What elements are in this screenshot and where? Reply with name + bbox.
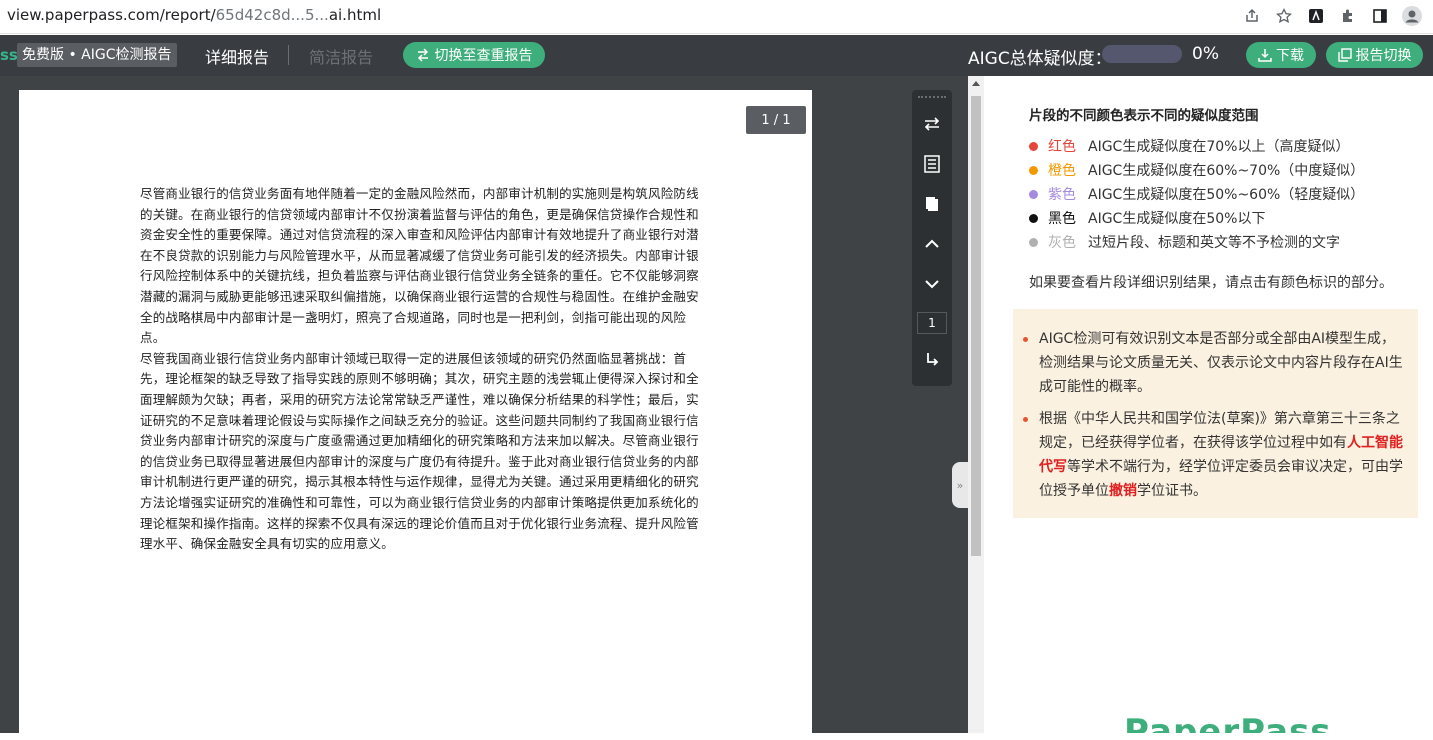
legend-description: 过短片段、标题和英文等不予检测的文字: [1088, 235, 1340, 251]
legend-color-name: 红色: [1048, 139, 1076, 155]
legend-description: AIGC生成疑似度在70%以上（高度疑似）: [1088, 139, 1350, 155]
report-switch-button[interactable]: 报告切换: [1326, 42, 1423, 68]
gray-dot-icon: [1029, 237, 1038, 247]
sidebar-panel-icon[interactable]: [1369, 5, 1391, 27]
black-dot-icon: [1029, 213, 1038, 223]
brand-logo: ss: [0, 46, 18, 64]
aigc-similarity-label: AIGC总体疑似度：: [968, 49, 1112, 69]
notice-text: 学位证书。: [1137, 483, 1207, 499]
report-switch-button-label: 报告切换: [1355, 48, 1412, 64]
paperpass-logo: PaperPass: [1124, 712, 1332, 733]
legend-description: AIGC生成疑似度在50%以下: [1088, 211, 1266, 227]
scroll-thumb[interactable]: [971, 96, 981, 556]
legend-color-name: 紫色: [1048, 187, 1076, 203]
url-text[interactable]: view.paperpass.com/report/65d42c8d...5..…: [7, 6, 381, 24]
tab-simple-report[interactable]: 简洁报告: [309, 44, 373, 68]
download-icon: [1258, 49, 1272, 62]
click-hint-text: 如果要查看片段详细识别结果，请点击有颜色标识的部分。: [1029, 275, 1393, 291]
tab-divider: [288, 45, 289, 65]
legend-description: AIGC生成疑似度在60%~70%（中度疑似）: [1088, 163, 1365, 179]
document-paragraph[interactable]: 尽管商业银行的信贷业务面有地伴随着一定的金融风险然而，内部审计机制的实施则是构筑…: [140, 184, 700, 349]
drag-handle[interactable]: [918, 96, 946, 100]
legend-item-red: 红色 AIGC生成疑似度在70%以上（高度疑似）: [1029, 136, 1349, 156]
legend-color-name: 黑色: [1048, 211, 1076, 227]
notice-text: 等学术不端行为，经学位评定委员会审议决定，可由学位授予单位: [1039, 459, 1403, 499]
legend-item-orange: 橙色 AIGC生成疑似度在60%~70%（中度疑似）: [1029, 160, 1364, 180]
download-button-label: 下载: [1276, 48, 1304, 64]
url-suffix: ai.html: [328, 6, 382, 24]
viewer-scrollbar[interactable]: [968, 76, 984, 733]
extensions-puzzle-icon[interactable]: [1337, 5, 1359, 27]
swap-view-icon[interactable]: [912, 110, 952, 138]
browser-url-bar: view.paperpass.com/report/65d42c8d...5..…: [0, 0, 1433, 34]
legend-color-name: 橙色: [1048, 163, 1076, 179]
switch-to-plagiarism-report-button[interactable]: 切换至查重报告: [403, 42, 545, 68]
app-header: ss 免费版 • AIGC检测报告 详细报告 简洁报告 切换至查重报告 AIGC…: [0, 35, 1433, 76]
notice-box: AIGC检测可有效识别文本是否部分或全部由AI模型生成，检测结果与论文质量无关、…: [1013, 309, 1418, 518]
tab-detailed-report[interactable]: 详细报告: [205, 44, 269, 68]
viewer-toolbar: 1: [912, 90, 952, 386]
extension-a-icon[interactable]: [1305, 5, 1327, 27]
highlight-revoke: 撤销: [1109, 483, 1137, 499]
legend-item-purple: 紫色 AIGC生成疑似度在50%~60%（轻度疑似）: [1029, 184, 1364, 204]
go-to-page-icon[interactable]: [912, 346, 952, 374]
legend-item-gray: 灰色 过短片段、标题和英文等不予检测的文字: [1029, 232, 1340, 252]
copy-pages-icon[interactable]: [912, 190, 952, 218]
purple-dot-icon: [1029, 189, 1038, 199]
page-counter: 1 / 1: [746, 106, 806, 134]
outline-list-icon[interactable]: [912, 150, 952, 178]
notice-text: 根据《中华人民共和国学位法(草案)》第六章第三十三条之规定，已经获得学位者，在获…: [1039, 411, 1400, 451]
profile-avatar-icon[interactable]: [1401, 5, 1423, 27]
copy-icon: [1337, 48, 1352, 62]
url-prefix: view.paperpass.com/report/: [7, 6, 216, 24]
bookmark-star-icon[interactable]: [1273, 5, 1295, 27]
notice-item-degree-law: 根据《中华人民共和国学位法(草案)》第六章第三十三条之规定，已经获得学位者，在获…: [1023, 407, 1404, 503]
url-masked: 65d42c8d...5...: [215, 6, 329, 24]
collapse-panel-icon[interactable]: »: [952, 462, 968, 508]
legend-description: AIGC生成疑似度在50%~60%（轻度疑似）: [1088, 187, 1365, 203]
red-dot-icon: [1029, 141, 1038, 151]
legend-title: 片段的不同颜色表示不同的疑似度范围: [1029, 108, 1259, 124]
edition-badge: 免费版 • AIGC检测报告: [17, 43, 177, 67]
orange-dot-icon: [1029, 165, 1038, 175]
next-page-icon[interactable]: [912, 270, 952, 298]
aigc-similarity-percent: 0%: [1192, 44, 1219, 64]
page-number-input[interactable]: 1: [917, 312, 947, 334]
document-paragraph[interactable]: 尽管我国商业银行信贷业务内部审计领域已取得一定的进展但该领域的研究仍然面临显著挑…: [140, 349, 700, 555]
scroll-up-arrow-icon[interactable]: [972, 81, 980, 86]
document-text[interactable]: 尽管商业银行的信贷业务面有地伴随着一定的金融风险然而，内部审计机制的实施则是构筑…: [140, 184, 700, 555]
notice-item-detection: AIGC检测可有效识别文本是否部分或全部由AI模型生成，检测结果与论文质量无关、…: [1023, 327, 1404, 399]
legend-color-name: 灰色: [1048, 235, 1076, 251]
share-icon[interactable]: [1241, 5, 1263, 27]
legend-panel: 片段的不同颜色表示不同的疑似度范围 红色 AIGC生成疑似度在70%以上（高度疑…: [984, 76, 1433, 733]
previous-page-icon[interactable]: [912, 230, 952, 258]
swap-icon: [417, 48, 428, 62]
aigc-similarity-bar: [1102, 45, 1182, 63]
legend-item-black: 黑色 AIGC生成疑似度在50%以下: [1029, 208, 1265, 228]
switch-button-label: 切换至查重报告: [434, 48, 533, 64]
download-button[interactable]: 下载: [1246, 42, 1316, 68]
